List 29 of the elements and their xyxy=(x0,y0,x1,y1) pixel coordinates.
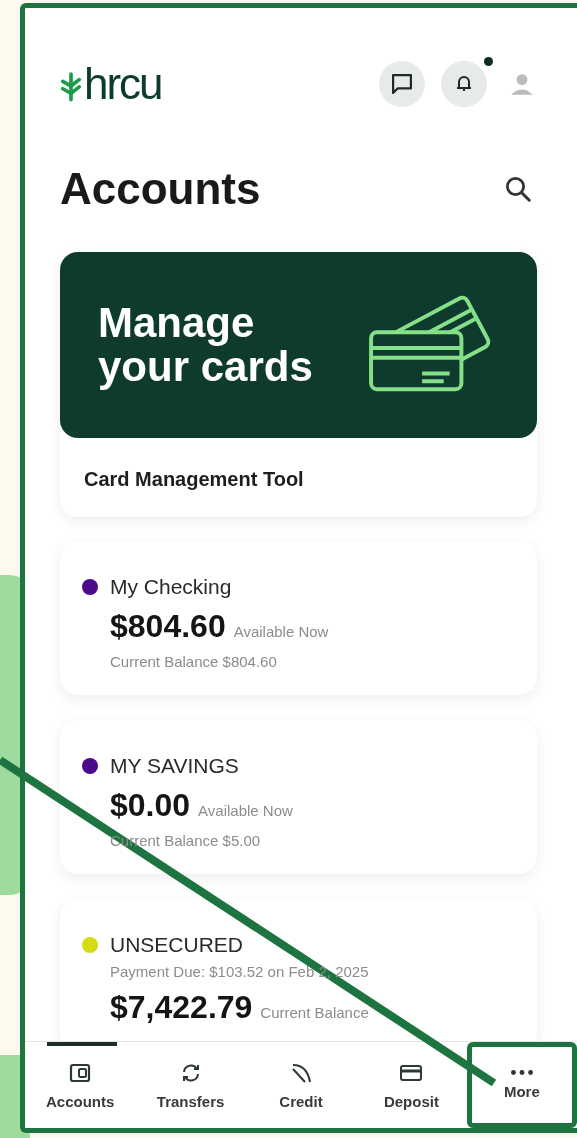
search-icon[interactable] xyxy=(503,174,533,204)
promo-card[interactable]: Manage your cards Card Management Tool xyxy=(60,252,537,517)
tab[interactable]: Accounts xyxy=(25,1042,136,1128)
balance-detail: Current Balance $804.60 xyxy=(110,653,278,670)
amount-label: Current Balance xyxy=(260,1004,369,1021)
logo-text: hrcu xyxy=(84,65,162,103)
amount-label: Available Now xyxy=(233,623,329,640)
promo-headline: Manage your cards xyxy=(98,301,313,389)
bell-icon xyxy=(456,76,472,92)
amount-label: Available Now xyxy=(198,802,293,819)
account-amount: $804.60 xyxy=(110,608,226,645)
sprout-logo-icon xyxy=(60,69,82,103)
tab[interactable]: Transfers xyxy=(135,1042,246,1128)
chat-button[interactable] xyxy=(379,61,425,107)
account-name: My Checking xyxy=(110,575,232,599)
page-title: Accounts xyxy=(60,164,261,214)
chat-icon xyxy=(392,74,412,94)
notifications-button[interactable] xyxy=(441,61,487,107)
account-name: MY SAVINGS xyxy=(110,754,239,778)
account-amount: $0.00 xyxy=(110,787,191,824)
tab[interactable]: Deposit xyxy=(356,1042,467,1128)
promo-caption: Card Management Tool xyxy=(83,467,305,492)
more-icon xyxy=(510,1070,533,1075)
tab[interactable]: More xyxy=(466,1042,577,1128)
account-card[interactable]: My Checking $804.60 Available Now Current Balance $804.60 xyxy=(60,541,537,695)
tab[interactable]: Credit xyxy=(245,1042,357,1128)
account-amount: $7,422.79 xyxy=(110,989,253,1026)
active-indicator xyxy=(47,1042,117,1046)
account-name: UNSECURED xyxy=(110,933,243,957)
